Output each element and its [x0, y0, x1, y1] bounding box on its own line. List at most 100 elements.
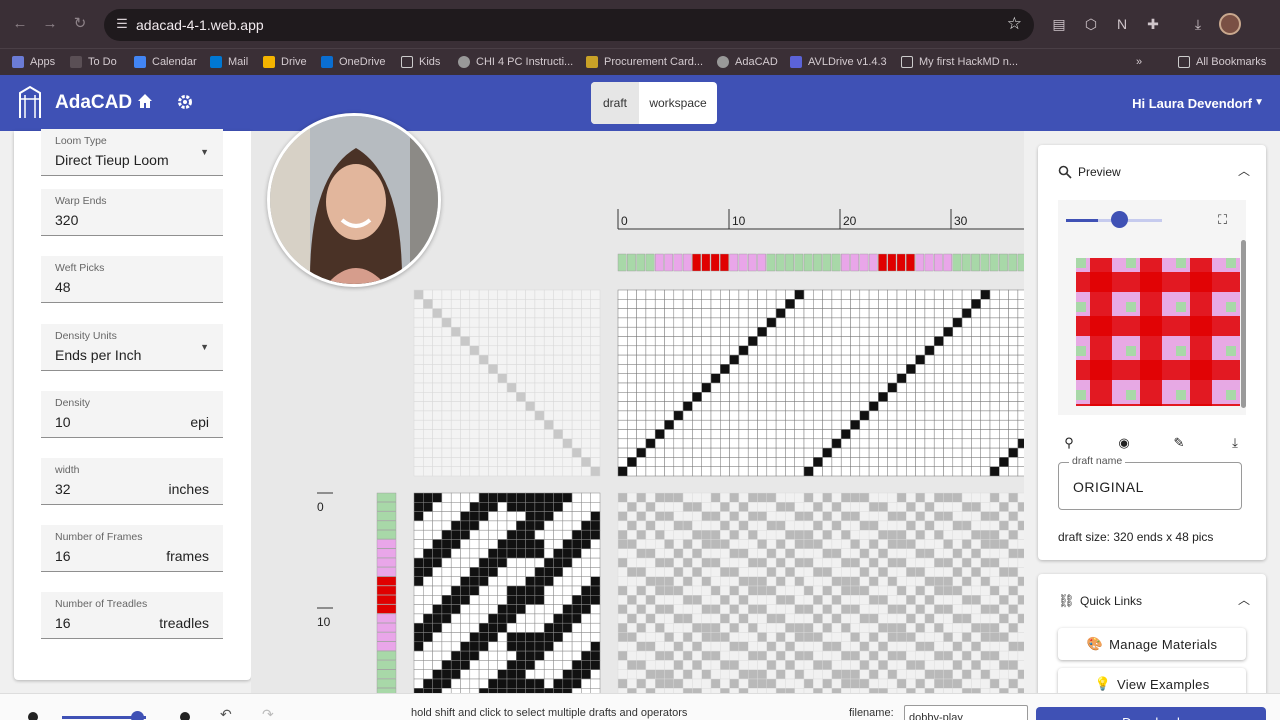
drawdown-cell [673, 576, 684, 587]
bookmark-item[interactable]: Procurement Card... [586, 52, 703, 72]
ruler-label: 0 [621, 214, 628, 228]
bookmark-item[interactable]: Drive [263, 52, 307, 72]
drawdown-cell [952, 511, 963, 522]
mode-workspace-button[interactable]: workspace [639, 82, 717, 124]
draft-name-field[interactable]: draft name ORIGINAL [1058, 455, 1242, 510]
site-info-icon[interactable]: ☰ [114, 16, 130, 32]
frames-field[interactable]: Number of Frames 16 frames [41, 525, 223, 572]
tieup-cell [478, 364, 489, 374]
threading-grid[interactable] [617, 289, 1024, 477]
width-field[interactable]: width 32 inches [41, 458, 223, 505]
notion-icon[interactable]: N [1113, 15, 1131, 33]
bookmark-item[interactable]: All Bookmarks [1178, 52, 1266, 72]
treadles-field[interactable]: Number of Treadles 16 treadles [41, 592, 223, 639]
threading-cell [617, 308, 628, 319]
loom-type-select[interactable]: Loom Type Direct Tieup Loom ▼ [41, 129, 223, 176]
profile-avatar[interactable] [1219, 13, 1241, 35]
document-icon[interactable]: ▤ [1050, 15, 1068, 33]
threading-cell [729, 336, 740, 347]
drawdown-cell [1008, 613, 1019, 624]
drawdown-cell [617, 604, 628, 615]
tieup-cell [571, 438, 582, 449]
tieup-cell [423, 354, 433, 365]
more-bookmarks-chevron-icon[interactable]: » [1136, 52, 1142, 72]
treadling-cell [450, 567, 461, 577]
redo-icon[interactable]: ↷ [262, 706, 274, 720]
drawdown-cell [645, 557, 656, 568]
weft-picks-field[interactable]: Weft Picks 48 [41, 256, 223, 303]
threading-cell [710, 457, 721, 467]
bookmark-item[interactable]: AVLDrive v1.4.3 [790, 52, 887, 72]
drawdown-cell [1008, 576, 1019, 587]
density-units-select[interactable]: Density Units Ends per Inch ▼ [41, 324, 223, 371]
address-bar[interactable]: ☰ adacad-4-1.web.app ☆ [104, 9, 1034, 41]
bookmark-star-icon[interactable]: ☆ [1007, 14, 1022, 34]
canvas-zoom-handle[interactable] [131, 711, 144, 720]
tieup-cell [469, 457, 480, 467]
preview-area[interactable]: ⛶ [1058, 200, 1246, 415]
pin-icon[interactable]: ⚲ [1062, 436, 1076, 450]
user-menu[interactable]: Hi Laura Devendorf [1132, 96, 1252, 111]
zoom-slider-handle[interactable] [1111, 211, 1128, 228]
tieup-cell [478, 438, 489, 449]
treadling-grid[interactable] [413, 492, 601, 693]
zoom-out-icon[interactable] [28, 712, 38, 720]
puzzle-icon[interactable]: ✚ [1144, 15, 1162, 33]
tieup-cell [506, 308, 517, 319]
chevron-up-icon[interactable]: ︿ [1238, 162, 1250, 179]
drawdown-grid[interactable] [617, 492, 1024, 693]
chevron-up-icon[interactable]: ︿ [1238, 591, 1250, 608]
warp-ends-field[interactable]: Warp Ends 320 [41, 189, 223, 236]
eye-icon[interactable]: ◉ [1117, 436, 1131, 450]
bookmark-item[interactable]: Apps [12, 52, 55, 72]
treadling-cell [478, 585, 489, 596]
drawdown-cell [924, 632, 935, 643]
bookmark-item[interactable]: OneDrive [321, 52, 385, 72]
download-button[interactable]: Download [1036, 707, 1266, 720]
drawdown-cell [961, 660, 972, 670]
forward-arrow-icon[interactable]: → [40, 14, 60, 34]
zoom-in-icon[interactable] [180, 712, 190, 720]
warp-color-cell [627, 253, 636, 272]
bookmark-item[interactable]: AdaCAD [717, 52, 778, 72]
bookmark-item[interactable]: Mail [210, 52, 248, 72]
threading-cell [1008, 345, 1019, 356]
download-icon[interactable]: ⤓ [1228, 436, 1242, 450]
drawdown-cell [748, 632, 758, 643]
threading-cell [961, 466, 972, 477]
drawdown-cell [655, 660, 665, 670]
fullscreen-icon[interactable]: ⛶ [1218, 212, 1227, 228]
drawdown-cell [934, 567, 944, 577]
bookmark-item[interactable]: CHI 4 PC Instructi... [458, 52, 573, 72]
drawdown-cell [906, 650, 916, 661]
download-icon[interactable]: ⤓ [1189, 15, 1207, 33]
drawdown-cell [682, 678, 693, 689]
bookmark-item[interactable]: My first HackMD n... [901, 52, 1018, 72]
home-icon[interactable] [136, 92, 154, 110]
warp-color-cell [896, 253, 906, 272]
dropdown-arrow-icon[interactable]: ▼ [200, 342, 209, 352]
undo-icon[interactable]: ↶ [220, 706, 232, 720]
gear-icon[interactable] [176, 93, 194, 111]
reload-icon[interactable]: ↻ [70, 14, 90, 34]
density-field[interactable]: Density 10 epi [41, 391, 223, 438]
bookmark-item[interactable]: To Do [70, 52, 117, 72]
chevron-down-icon[interactable]: ▼ [1254, 97, 1264, 108]
treadling-cell [432, 595, 443, 605]
threading-cell [906, 326, 916, 337]
bookmark-item[interactable]: Calendar [134, 52, 197, 72]
vertical-scrollbar[interactable] [1241, 240, 1246, 408]
mode-draft-button[interactable]: draft [591, 82, 639, 124]
edit-icon[interactable]: ✎ [1172, 436, 1186, 450]
bookmark-item[interactable]: Kids [401, 52, 440, 72]
filename-input[interactable]: dobby-play [904, 705, 1028, 720]
threading-cell [831, 317, 842, 328]
drawdown-cell [961, 604, 972, 615]
treadling-cell [450, 502, 461, 512]
back-arrow-icon[interactable]: ← [10, 14, 30, 34]
tieup-grid[interactable] [413, 289, 601, 477]
manage-materials-button[interactable]: 🎨 Manage Materials [1058, 628, 1246, 660]
tieup-cell [413, 326, 424, 337]
extension-shape-icon[interactable]: ⬡ [1082, 15, 1100, 33]
dropdown-arrow-icon[interactable]: ▼ [200, 147, 209, 157]
